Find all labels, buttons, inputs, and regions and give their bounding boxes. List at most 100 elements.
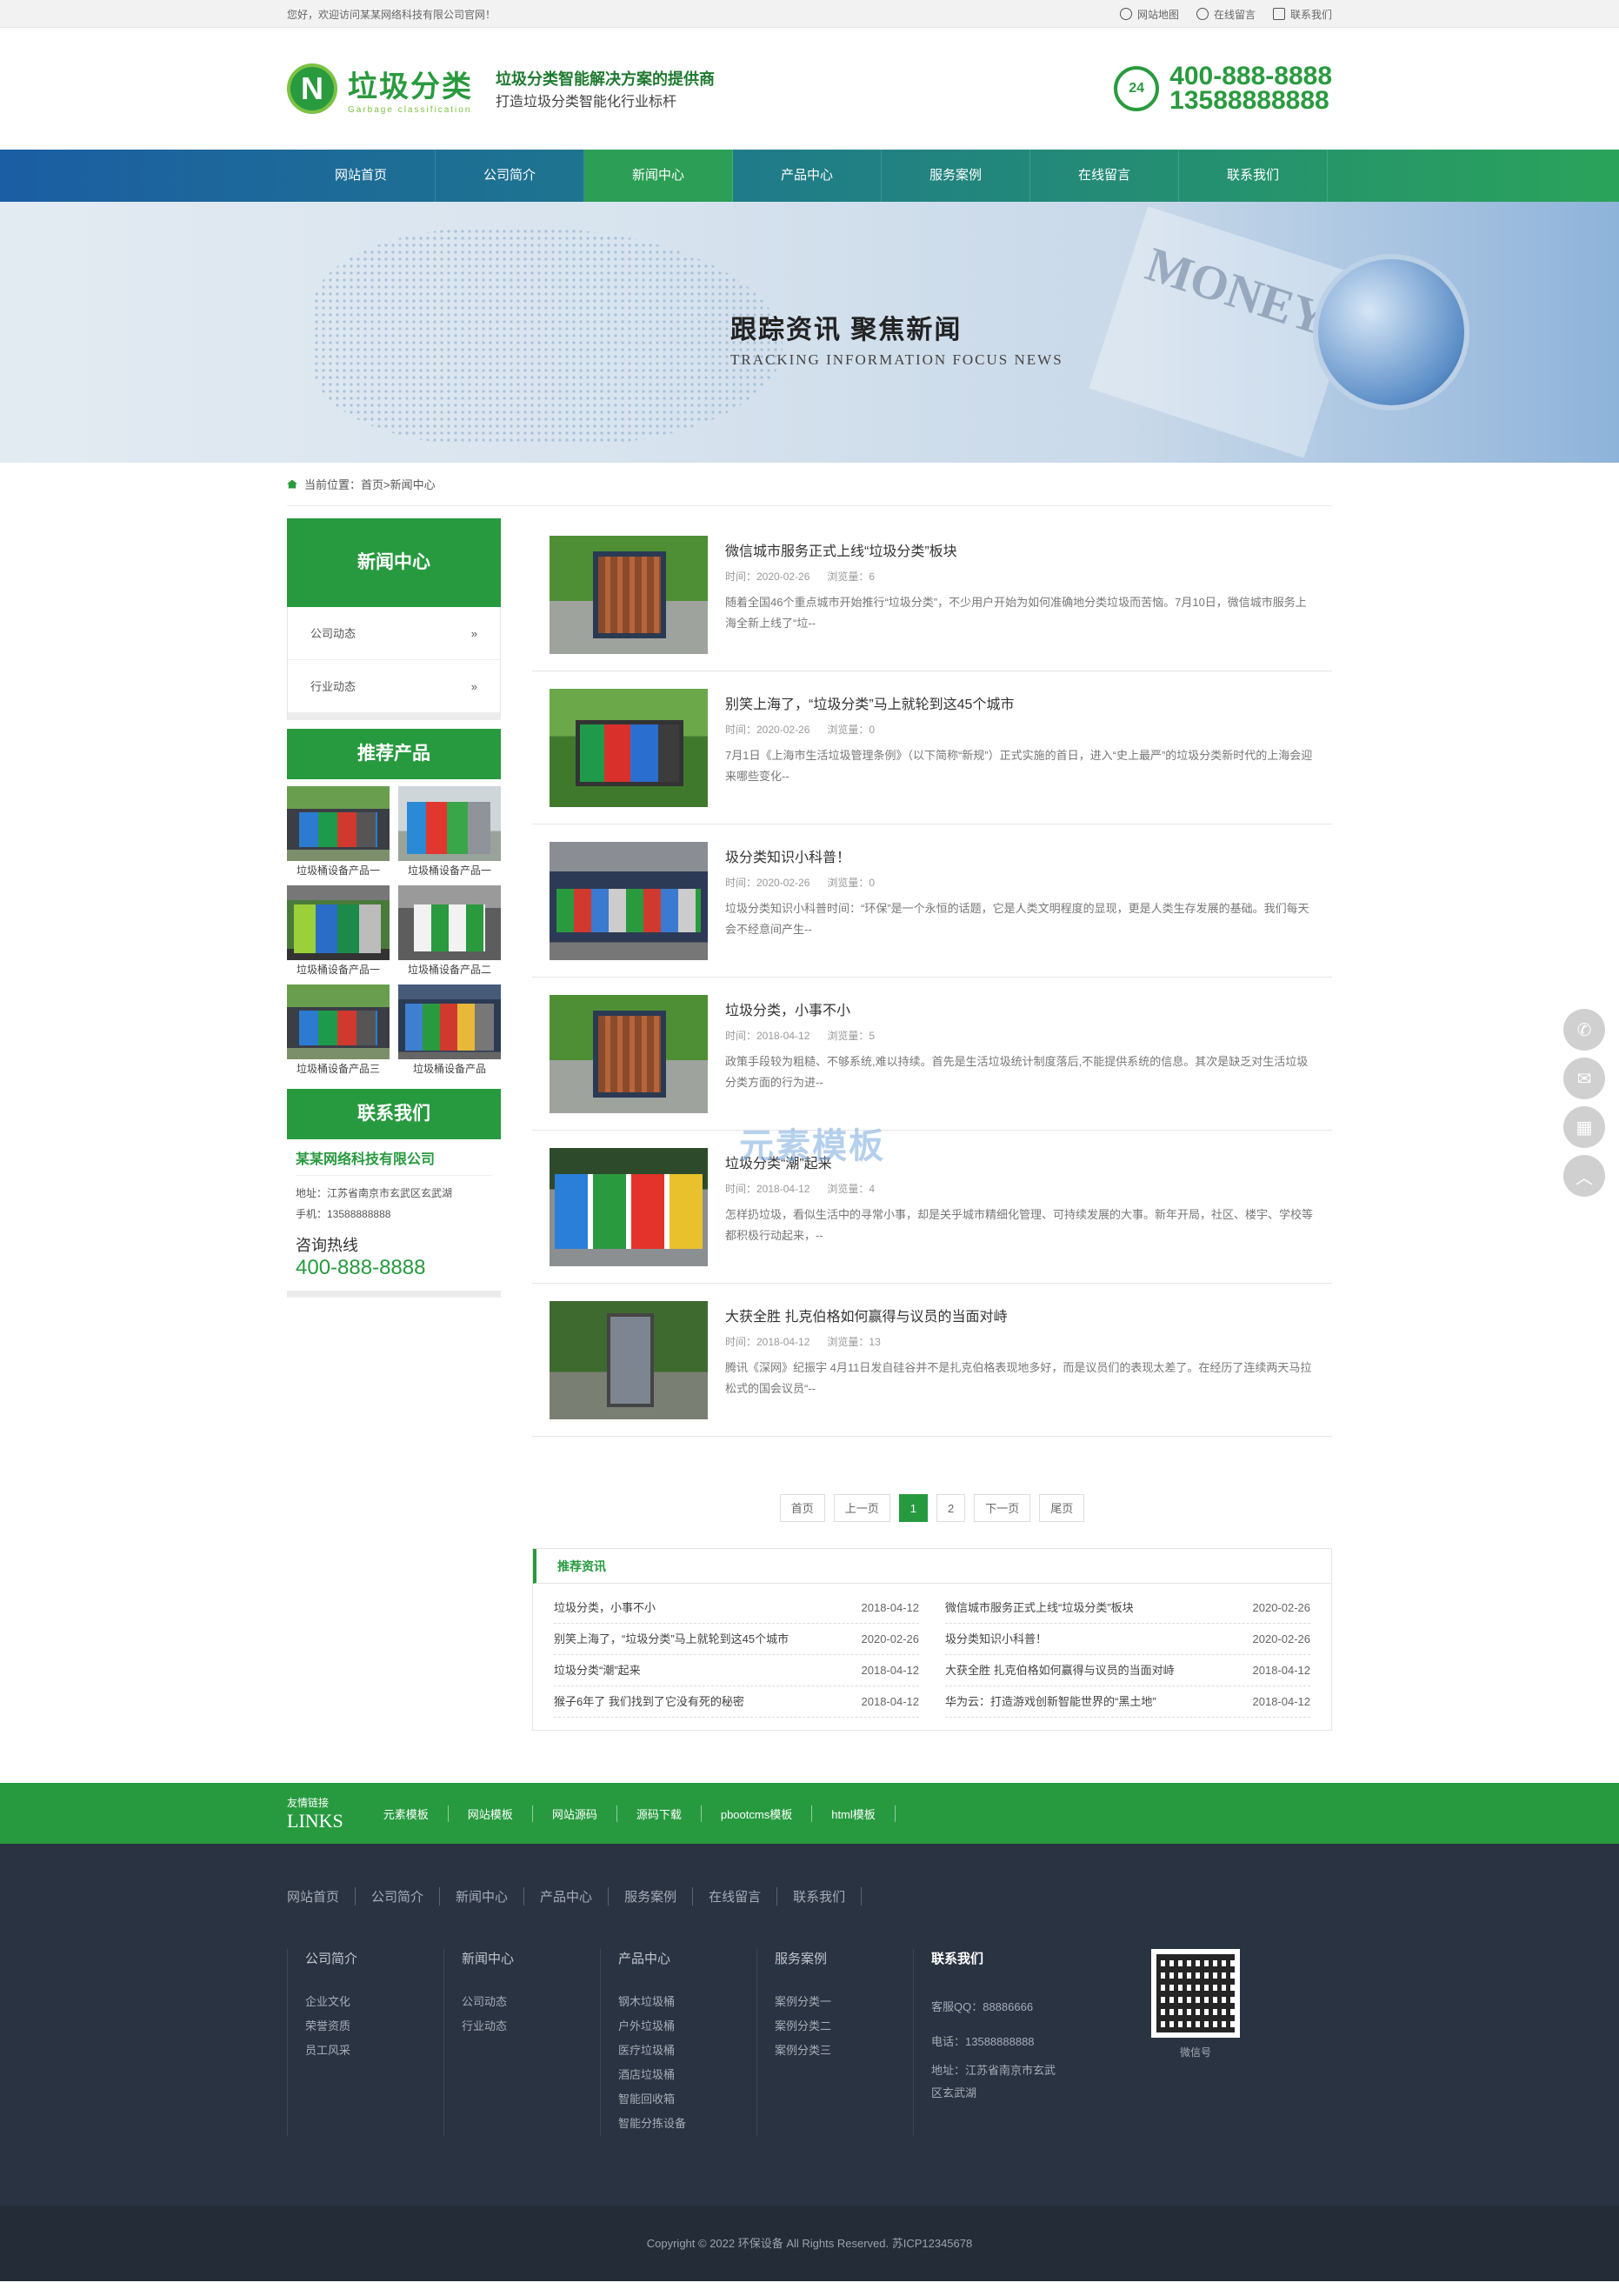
news-item[interactable]: 别笑上海了，“垃圾分类”马上就轮到这45个城市 时间：2020-02-26 浏览量… <box>532 671 1332 824</box>
product-item[interactable]: 垃圾桶设备产品一 <box>287 786 390 880</box>
news-title[interactable]: 垃圾分类，小事不小 <box>725 998 1315 1019</box>
page-1[interactable]: 1 <box>898 1494 928 1522</box>
friend-link[interactable]: pbootcms模板 <box>702 1805 813 1822</box>
recommended-item[interactable]: 垃圾分类“潮”起来 2018-04-12 <box>554 1655 919 1686</box>
footer: 网站首页 公司简介 新闻中心 产品中心 服务案例 在线留言 联系我们 公司简介 … <box>0 1844 1619 2206</box>
sidebar-item-industry-news[interactable]: 行业动态 » <box>288 660 500 713</box>
news-item[interactable]: 微信城市服务正式上线“垃圾分类”板块 时间：2020-02-26 浏览量：6 随着… <box>532 518 1332 671</box>
nav-message[interactable]: 在线留言 <box>1030 150 1179 202</box>
footer-link[interactable]: 户外垃圾桶 <box>618 2014 756 2039</box>
footer-nav-item[interactable]: 网站首页 <box>287 1887 356 1906</box>
friend-link[interactable]: 元素模板 <box>364 1805 449 1822</box>
logo[interactable]: N 垃圾分类 Garbage classification 垃圾分类智能解决方案… <box>287 63 715 115</box>
product-item[interactable]: 垃圾桶设备产品一 <box>287 885 390 979</box>
news-views: 浏览量：5 <box>827 1030 876 1042</box>
page-last[interactable]: 尾页 <box>1039 1494 1085 1522</box>
nav-about[interactable]: 公司简介 <box>436 150 584 202</box>
friend-link[interactable]: html模板 <box>812 1805 896 1822</box>
news-item[interactable]: 大获全胜 扎克伯格如何赢得与议员的当面对峙 时间：2018-04-12 浏览量：1… <box>532 1284 1332 1437</box>
nav-contact[interactable]: 联系我们 <box>1179 150 1328 202</box>
news-thumbnail <box>550 1148 708 1266</box>
page-prev[interactable]: 上一页 <box>833 1494 890 1522</box>
footer-link[interactable]: 智能回收箱 <box>618 2087 756 2112</box>
chat-bubble-icon[interactable]: ✉ <box>1563 1058 1605 1099</box>
recommended-item[interactable]: 华为云：打造游戏创新智能世界的“黑土地” 2018-04-12 <box>945 1686 1310 1718</box>
friend-link[interactable]: 网站源码 <box>533 1805 617 1822</box>
heart-icon <box>1119 8 1132 20</box>
breadcrumb-text[interactable]: 当前位置：首页>新闻中心 <box>304 476 436 492</box>
news-item[interactable]: 垃圾分类“潮”起来 时间：2018-04-12 浏览量：4 怎样扔垃圾，看似生活中… <box>532 1131 1332 1284</box>
footer-link[interactable]: 企业文化 <box>305 1990 443 2014</box>
footer-link[interactable]: 医疗垃圾桶 <box>618 2039 756 2063</box>
footer-link[interactable]: 案例分类三 <box>775 2039 913 2063</box>
sidebar-item-label: 行业动态 <box>310 680 356 693</box>
footer-link[interactable]: 案例分类二 <box>775 2014 913 2039</box>
footer-link[interactable]: 钢木垃圾桶 <box>618 1990 756 2014</box>
slogan-line-1: 垃圾分类智能解决方案的提供商 <box>496 70 715 88</box>
recommended-item[interactable]: 垃圾分类，小事不小 2018-04-12 <box>554 1592 919 1624</box>
news-title[interactable]: 圾分类知识小科普！ <box>725 845 1315 866</box>
page-2[interactable]: 2 <box>936 1494 966 1522</box>
footer-link[interactable]: 荣誉资质 <box>305 2014 443 2039</box>
news-thumbnail <box>550 1301 708 1419</box>
phone-icon[interactable]: ✆ <box>1563 1009 1605 1051</box>
footer-col-title[interactable]: 新闻中心 <box>462 1949 600 1967</box>
product-item[interactable]: 垃圾桶设备产品一 <box>398 786 501 880</box>
nav-news[interactable]: 新闻中心 <box>584 150 733 202</box>
news-time: 时间：2020-02-26 <box>725 571 810 583</box>
top-link-message[interactable]: 在线留言 <box>1196 7 1256 22</box>
nav-products[interactable]: 产品中心 <box>733 150 882 202</box>
sidebar-item-company-news[interactable]: 公司动态 » <box>288 607 500 660</box>
back-to-top-icon[interactable]: ︿ <box>1563 1155 1605 1197</box>
footer-nav-item[interactable]: 在线留言 <box>709 1887 778 1906</box>
footer-nav-item[interactable]: 联系我们 <box>793 1887 863 1906</box>
page-next[interactable]: 下一页 <box>974 1494 1031 1522</box>
product-item[interactable]: 垃圾桶设备产品 <box>398 984 501 1078</box>
news-item[interactable]: 垃圾分类，小事不小 时间：2018-04-12 浏览量：5 政策手段较为粗糙、不够… <box>532 978 1332 1131</box>
footer-nav-item[interactable]: 服务案例 <box>624 1887 694 1906</box>
recommended-item-title: 别笑上海了，“垃圾分类”马上就轮到这45个城市 <box>554 1632 790 1645</box>
footer-col-products: 产品中心 钢木垃圾桶 户外垃圾桶 医疗垃圾桶 酒店垃圾桶 智能回收箱 智能分拣设… <box>600 1949 756 2136</box>
recommended-item-date: 2018-04-12 <box>1252 1695 1311 1708</box>
nav-cases[interactable]: 服务案例 <box>882 150 1030 202</box>
recommended-item[interactable]: 大获全胜 扎克伯格如何赢得与议员的当面对峙 2018-04-12 <box>945 1655 1310 1686</box>
footer-nav-item[interactable]: 产品中心 <box>540 1887 610 1906</box>
footer-link[interactable]: 员工风采 <box>305 2039 443 2063</box>
page-first[interactable]: 首页 <box>779 1494 825 1522</box>
product-item[interactable]: 垃圾桶设备产品二 <box>398 885 501 979</box>
footer-col-title[interactable]: 产品中心 <box>618 1949 756 1967</box>
recommended-item-date: 2020-02-26 <box>1252 1632 1311 1645</box>
news-title[interactable]: 大获全胜 扎克伯格如何赢得与议员的当面对峙 <box>725 1305 1315 1325</box>
news-thumbnail <box>550 689 708 807</box>
friend-link[interactable]: 网站模板 <box>449 1805 533 1822</box>
top-link-contact[interactable]: 联系我们 <box>1272 7 1332 22</box>
product-caption: 垃圾桶设备产品 <box>412 1063 486 1075</box>
recommended-item[interactable]: 猴子6年了 我们找到了它没有死的秘密 2018-04-12 <box>554 1686 919 1718</box>
footer-link[interactable]: 行业动态 <box>462 2014 600 2039</box>
product-item[interactable]: 垃圾桶设备产品三 <box>287 984 390 1078</box>
footer-col-title[interactable]: 公司简介 <box>305 1949 443 1967</box>
qrcode-icon[interactable]: ▦ <box>1563 1106 1605 1148</box>
banner-subtitle: TRACKING INFORMATION FOCUS NEWS <box>730 351 1063 368</box>
footer-link[interactable]: 智能分拣设备 <box>618 2112 756 2136</box>
footer-link[interactable]: 案例分类一 <box>775 1990 913 2014</box>
recommended-item[interactable]: 圾分类知识小科普！ 2020-02-26 <box>945 1624 1310 1655</box>
news-item[interactable]: 圾分类知识小科普！ 时间：2020-02-26 浏览量：0 垃圾分类知识小科普时间… <box>532 824 1332 978</box>
footer-contact-title: 联系我们 <box>931 1952 984 1966</box>
header-phone: 24 400-888-8888 13588888888 <box>1114 63 1332 114</box>
footer-link[interactable]: 酒店垃圾桶 <box>618 2063 756 2087</box>
footer-tel: 电话：13588888888 <box>931 2035 1035 2048</box>
recommended-item[interactable]: 微信城市服务正式上线“垃圾分类”板块 2020-02-26 <box>945 1592 1310 1624</box>
footer-col-title[interactable]: 服务案例 <box>775 1949 913 1967</box>
footer-nav-item[interactable]: 新闻中心 <box>456 1887 525 1906</box>
footer-link[interactable]: 公司动态 <box>462 1990 600 2014</box>
news-title[interactable]: 微信城市服务正式上线“垃圾分类”板块 <box>725 539 1315 560</box>
floating-toolbar: ✆ ✉ ▦ ︿ <box>1563 1009 1605 1197</box>
footer-nav-item[interactable]: 公司简介 <box>371 1887 441 1906</box>
news-title[interactable]: 别笑上海了，“垃圾分类”马上就轮到这45个城市 <box>725 692 1315 713</box>
nav-home[interactable]: 网站首页 <box>287 150 436 202</box>
friend-link[interactable]: 源码下载 <box>617 1805 702 1822</box>
recommended-item[interactable]: 别笑上海了，“垃圾分类”马上就轮到这45个城市 2020-02-26 <box>554 1624 919 1655</box>
top-link-sitemap[interactable]: 网站地图 <box>1119 7 1179 22</box>
product-caption: 垃圾桶设备产品三 <box>296 1063 380 1075</box>
